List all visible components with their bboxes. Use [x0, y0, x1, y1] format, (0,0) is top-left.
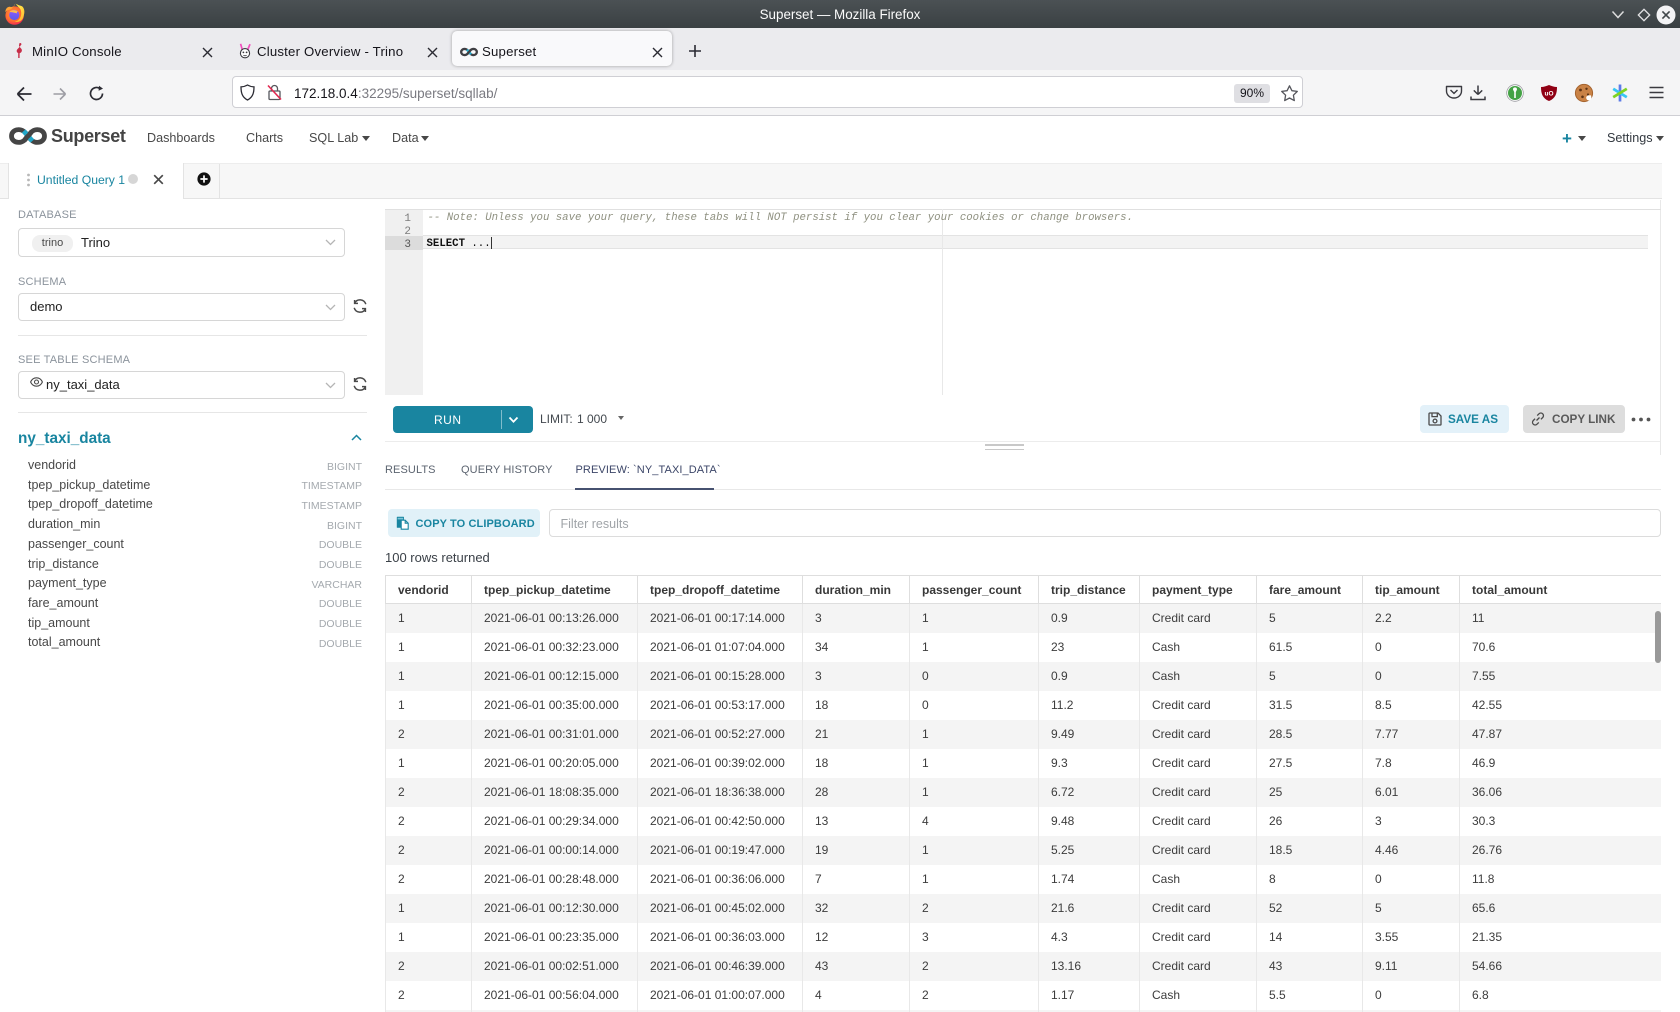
svg-text:uO: uO: [1544, 91, 1553, 98]
